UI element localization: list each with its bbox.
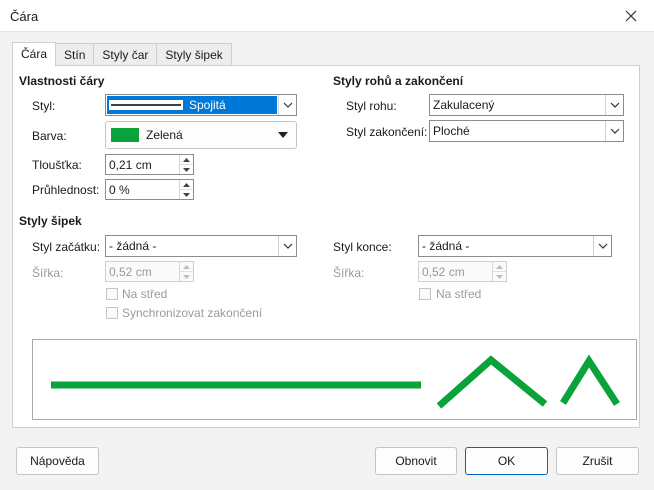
window-title: Čára	[10, 9, 39, 24]
end-arrow-select[interactable]: - žádná -	[418, 235, 612, 257]
decrement-button[interactable]	[180, 190, 193, 199]
end-width-stepper[interactable]: 0,52 cm	[418, 261, 507, 282]
color-value: Zelená	[146, 128, 183, 142]
increment-button[interactable]	[180, 180, 193, 190]
tab-bar: Čára Stín Styly čar Styly šipek	[12, 42, 232, 66]
color-label: Barva:	[32, 129, 67, 143]
help-button[interactable]: Nápověda	[16, 447, 99, 475]
chevron-down-icon	[183, 192, 190, 197]
chevron-down-icon	[496, 274, 503, 279]
chevron-down-icon[interactable]	[593, 236, 611, 256]
end-center-checkbox[interactable]	[419, 288, 431, 300]
cancel-button[interactable]: Zrušit	[556, 447, 639, 475]
chevron-up-icon	[183, 182, 190, 187]
line-preview-drawing	[51, 354, 620, 409]
end-arrow-value: - žádná -	[422, 239, 470, 253]
line-properties-title: Vlastnosti čáry	[19, 74, 105, 88]
transparency-stepper[interactable]: 0 %	[105, 179, 194, 200]
corner-style-select[interactable]: Zakulacený	[429, 94, 624, 116]
tab-shadow[interactable]: Stín	[55, 43, 95, 66]
corner-styles-title: Styly rohů a zakončení	[333, 74, 464, 88]
cap-style-label: Styl zakončení:	[346, 125, 428, 139]
start-arrow-value: - žádná -	[109, 239, 157, 253]
increment-button[interactable]	[180, 262, 193, 272]
tab-arrow-styles[interactable]: Styly šipek	[156, 43, 232, 66]
color-swatch	[111, 128, 139, 142]
start-arrow-select[interactable]: - žádná -	[105, 235, 297, 257]
start-center-checkbox[interactable]	[106, 288, 118, 300]
tab-line[interactable]: Čára	[12, 42, 57, 66]
tab-line-styles[interactable]: Styly čar	[93, 43, 158, 66]
chevron-down-icon	[183, 167, 190, 172]
decrement-button[interactable]	[180, 272, 193, 281]
start-width-label: Šířka:	[32, 266, 64, 280]
line-style-select[interactable]: Spojitá	[105, 94, 297, 116]
arrow-styles-title: Styly šipek	[19, 214, 82, 228]
line-style-value: Spojitá	[189, 98, 226, 112]
preview-wide-angle	[436, 355, 548, 409]
chevron-down-icon[interactable]	[605, 121, 623, 141]
caret-down-icon	[278, 132, 288, 138]
preview-narrow-angle	[560, 354, 620, 406]
close-button[interactable]	[608, 0, 654, 32]
line-style-preview-icon	[109, 100, 183, 110]
width-label: Tloušťka:	[32, 158, 82, 172]
end-style-label: Styl konce:	[333, 240, 392, 254]
line-width-stepper[interactable]: 0,21 cm	[105, 154, 194, 175]
transparency-label: Průhlednost:	[32, 183, 100, 197]
end-width-label: Šířka:	[333, 266, 365, 280]
sync-ends-checkbox[interactable]	[106, 307, 118, 319]
transparency-value[interactable]: 0 %	[106, 183, 179, 197]
start-center-label: Na střed	[122, 287, 168, 301]
chevron-down-icon[interactable]	[278, 95, 296, 115]
chevron-down-icon[interactable]	[605, 95, 623, 115]
corner-style-label: Styl rohu:	[346, 99, 397, 113]
chevron-down-icon	[183, 274, 190, 279]
start-width-stepper[interactable]: 0,52 cm	[105, 261, 194, 282]
chevron-up-icon	[496, 264, 503, 269]
line-preview	[32, 339, 637, 420]
ok-button[interactable]: OK	[465, 447, 548, 475]
sync-ends-label: Synchronizovat zakončení	[122, 306, 263, 320]
chevron-up-icon	[183, 157, 190, 162]
increment-button[interactable]	[493, 262, 506, 272]
end-center-label: Na střed	[436, 287, 482, 301]
line-style-selection: Spojitá	[107, 96, 277, 114]
close-icon	[625, 10, 637, 22]
chevron-down-icon[interactable]	[278, 236, 296, 256]
decrement-button[interactable]	[493, 272, 506, 281]
start-width-value: 0,52 cm	[109, 264, 152, 279]
start-style-label: Styl začátku:	[32, 240, 101, 254]
increment-button[interactable]	[180, 155, 193, 165]
end-width-value: 0,52 cm	[422, 264, 465, 279]
color-dropdown-button[interactable]: Zelená	[105, 121, 297, 149]
cap-style-value: Ploché	[433, 124, 470, 138]
corner-style-value: Zakulacený	[433, 98, 495, 112]
decrement-button[interactable]	[180, 165, 193, 174]
reset-button[interactable]: Obnovit	[375, 447, 457, 475]
style-label: Styl:	[32, 99, 56, 113]
title-bar: Čára	[0, 0, 654, 32]
cap-style-select[interactable]: Ploché	[429, 120, 624, 142]
chevron-up-icon	[183, 264, 190, 269]
line-width-value[interactable]: 0,21 cm	[106, 158, 179, 172]
